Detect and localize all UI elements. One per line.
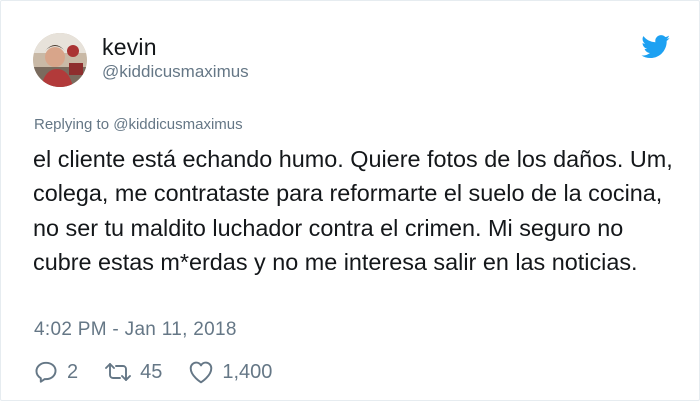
retweet-button[interactable]: 45 <box>104 360 162 384</box>
like-button[interactable]: 1,400 <box>188 360 272 384</box>
reply-button[interactable]: 2 <box>33 359 78 385</box>
display-name[interactable]: kevin <box>102 34 157 61</box>
tweet-text: el cliente está echando humo. Quiere fot… <box>33 146 673 276</box>
tweet-card: kevin @kiddicusmaximus Replying to @kidd… <box>0 0 700 401</box>
reply-count: 2 <box>67 360 79 383</box>
replying-to[interactable]: Replying to @kiddicusmaximus <box>34 116 243 133</box>
retweet-count: 45 <box>140 360 163 383</box>
retweet-arrows-icon <box>105 363 132 381</box>
twitter-bird-icon[interactable] <box>641 35 671 59</box>
heart-icon <box>190 361 213 384</box>
reply-bubble-icon <box>35 361 57 383</box>
avatar[interactable] <box>33 33 87 87</box>
tweet-actions: 2 45 1,400 <box>33 357 298 387</box>
tweet-timestamp[interactable]: 4:02 PM - Jan 11, 2018 <box>34 319 237 341</box>
user-handle[interactable]: @kiddicusmaximus <box>102 62 249 82</box>
like-count: 1,400 <box>222 360 273 383</box>
